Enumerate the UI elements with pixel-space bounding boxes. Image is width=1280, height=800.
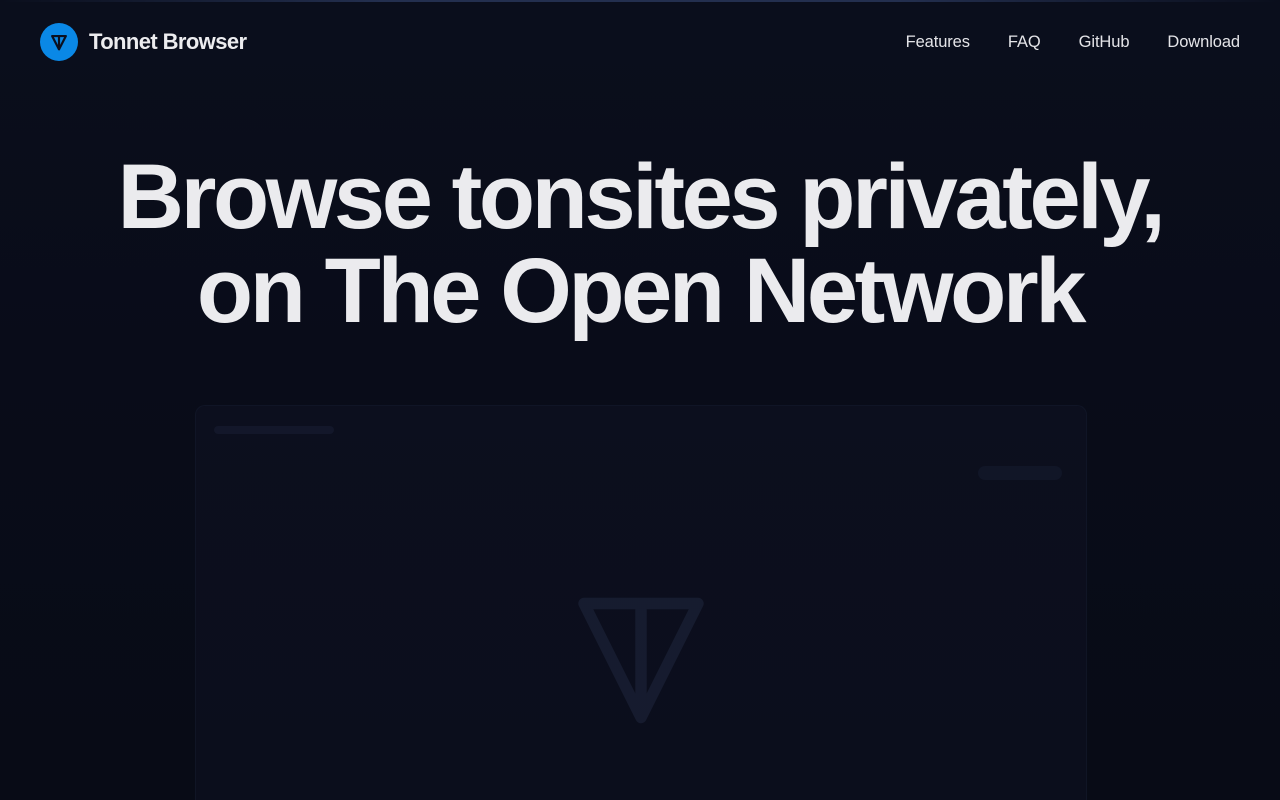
main-nav: Features FAQ GitHub Download xyxy=(906,33,1241,52)
top-border-glow xyxy=(0,0,1280,2)
mockup-pill xyxy=(978,466,1062,480)
nav-link-github[interactable]: GitHub xyxy=(1079,33,1130,52)
nav-link-faq[interactable]: FAQ xyxy=(1008,33,1041,52)
brand-link[interactable]: Tonnet Browser xyxy=(40,23,247,61)
brand-name: Tonnet Browser xyxy=(89,29,247,54)
hero-section: Browse tonsites privately, on The Open N… xyxy=(0,150,1280,338)
nav-link-features[interactable]: Features xyxy=(906,33,970,52)
hero-headline: Browse tonsites privately, on The Open N… xyxy=(0,150,1280,338)
site-header: Tonnet Browser Features FAQ GitHub Downl… xyxy=(40,22,1240,62)
hero-headline-line-1: Browse tonsites privately, xyxy=(117,146,1166,248)
landing-page: Tonnet Browser Features FAQ GitHub Downl… xyxy=(0,0,1280,800)
hero-headline-line-2: on The Open Network xyxy=(196,240,1087,342)
browser-preview-mockup xyxy=(195,405,1087,800)
mockup-title-bar xyxy=(214,426,334,434)
faded-diamond-icon xyxy=(578,597,704,724)
ton-diamond-icon xyxy=(40,23,78,61)
nav-link-download[interactable]: Download xyxy=(1167,33,1240,52)
